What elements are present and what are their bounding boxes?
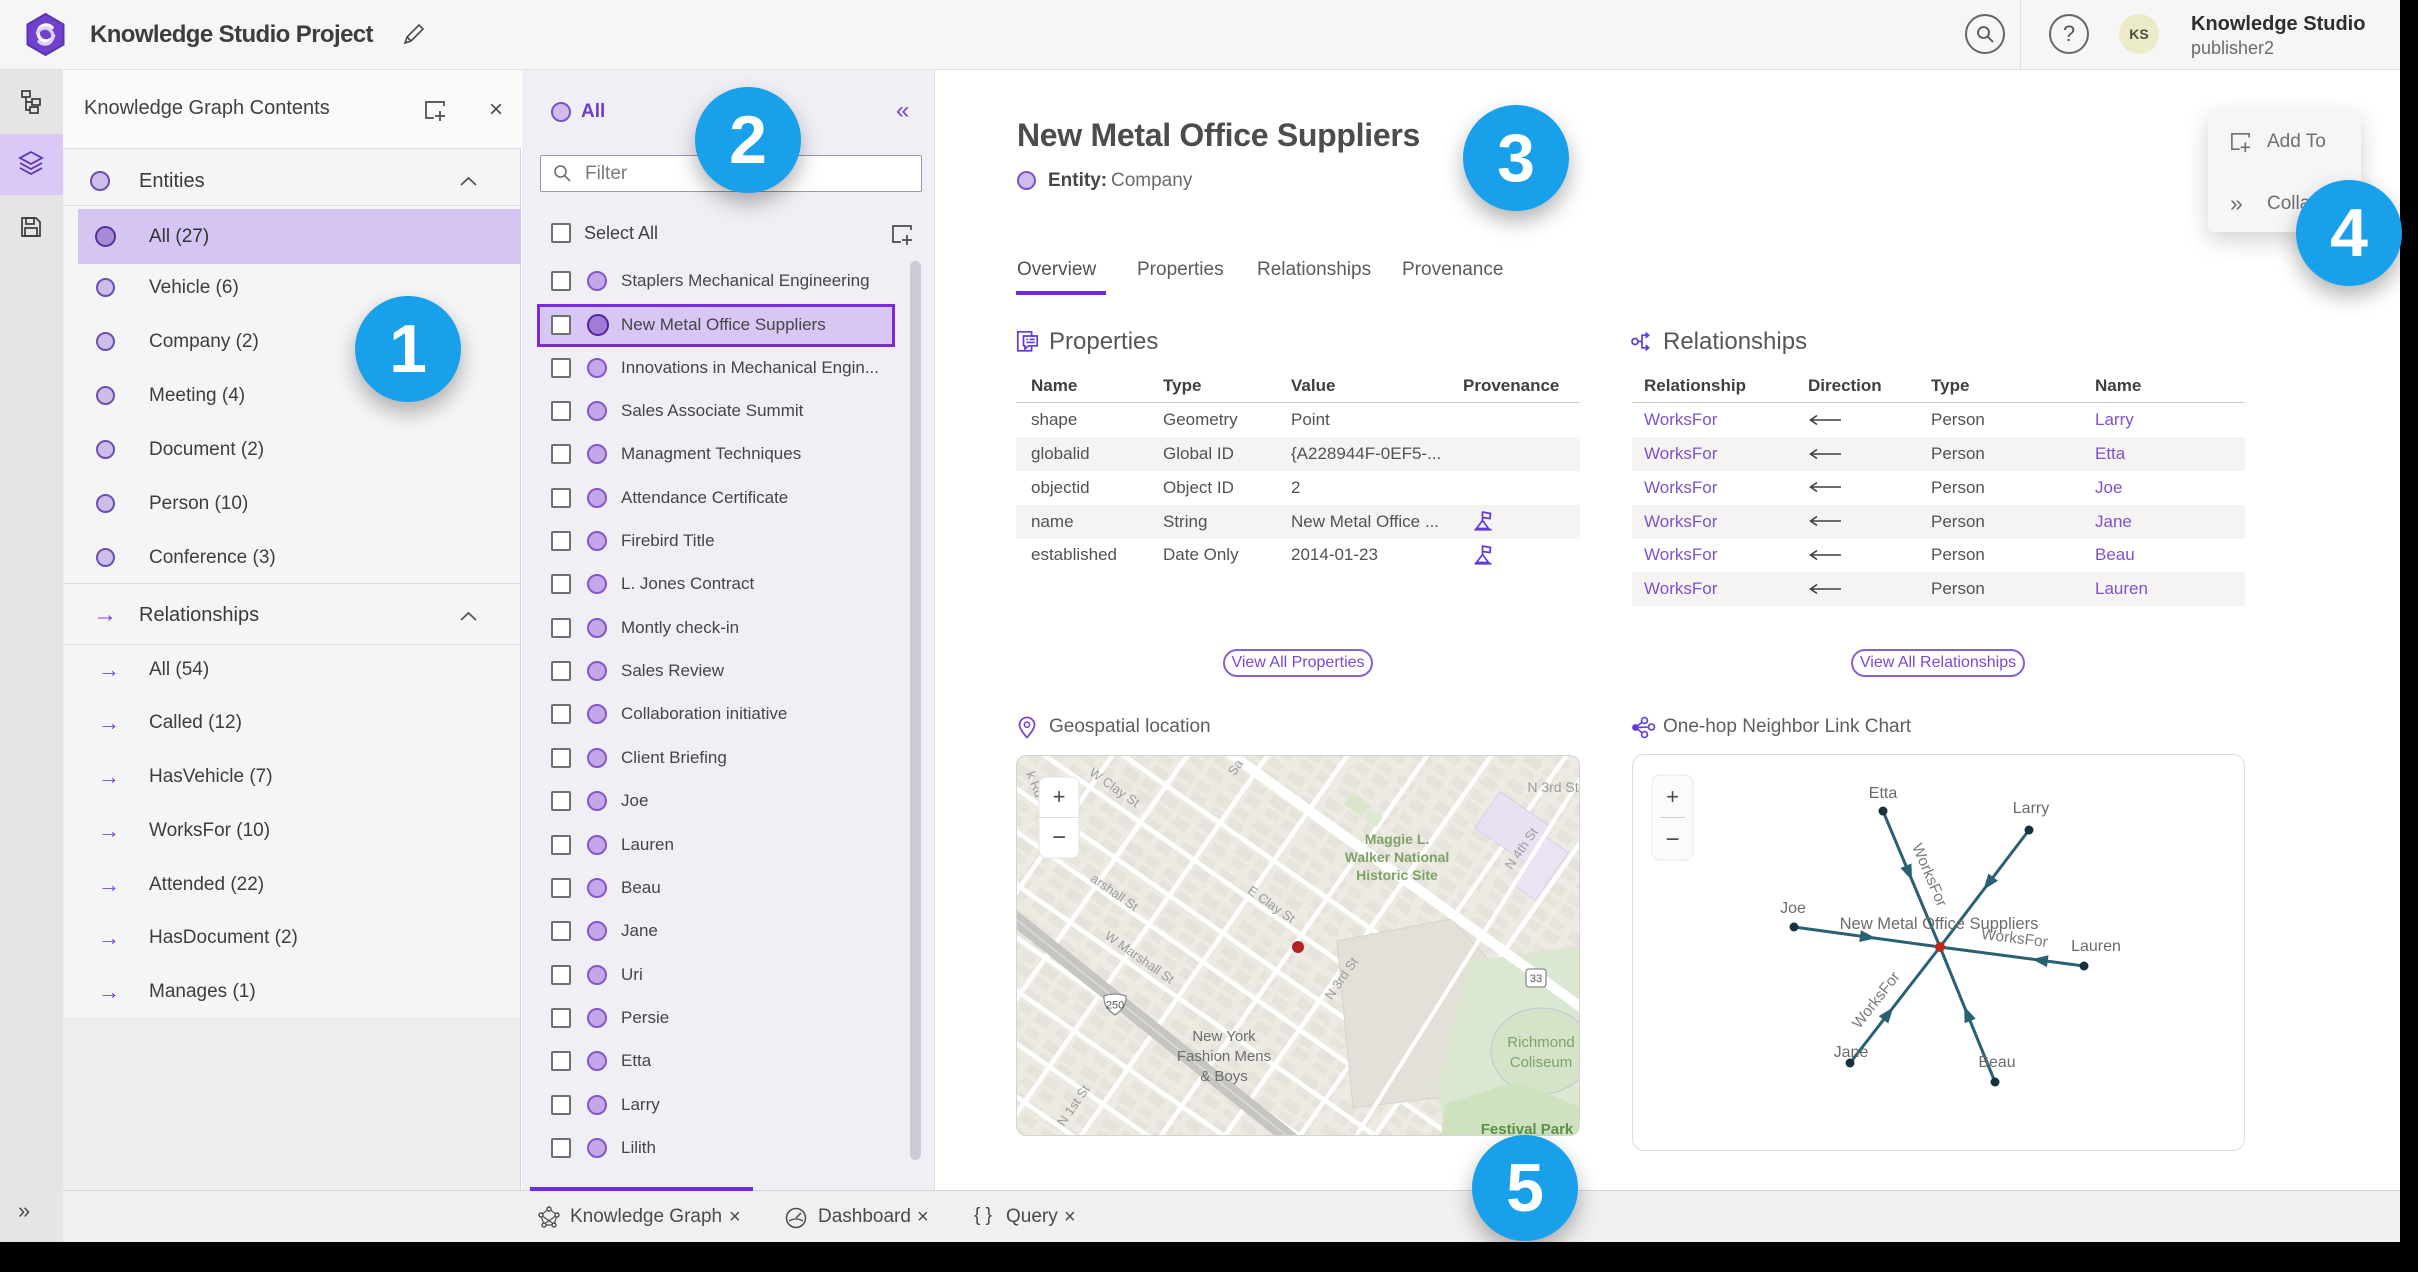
svg-text:+: + — [1053, 784, 1066, 809]
svg-text:WorksFor: WorksFor — [1849, 969, 1904, 1032]
svg-text:Richmond: Richmond — [1507, 1034, 1575, 1051]
svg-text:Fashion Mens: Fashion Mens — [1177, 1048, 1271, 1065]
svg-text:Walker National: Walker National — [1345, 849, 1450, 865]
svg-text:Historic Site: Historic Site — [1356, 867, 1438, 883]
svg-text:New York: New York — [1192, 1028, 1256, 1045]
svg-text:WorksFor: WorksFor — [1980, 926, 2048, 951]
svg-text:Etta: Etta — [1869, 785, 1898, 802]
svg-text:+: + — [1666, 784, 1679, 809]
svg-text:Lauren: Lauren — [2071, 938, 2121, 955]
svg-text:Coliseum: Coliseum — [1510, 1054, 1573, 1071]
svg-text:Jane: Jane — [1834, 1044, 1869, 1061]
svg-text:−: − — [1665, 826, 1679, 853]
svg-text:Joe: Joe — [1780, 900, 1806, 917]
svg-text:Maggie L.: Maggie L. — [1365, 831, 1430, 847]
svg-text:Festival Park: Festival Park — [1481, 1121, 1574, 1136]
svg-text:−: − — [1052, 824, 1066, 851]
svg-text:& Boys: & Boys — [1200, 1068, 1248, 1085]
svg-text:WorksFor: WorksFor — [1908, 841, 1950, 909]
svg-text:33: 33 — [1530, 973, 1542, 985]
svg-text:250: 250 — [1106, 1000, 1124, 1012]
svg-text:N 3rd St: N 3rd St — [1527, 779, 1578, 795]
svg-text:Larry: Larry — [2013, 800, 2049, 817]
svg-text:Beau: Beau — [1978, 1054, 2015, 1071]
